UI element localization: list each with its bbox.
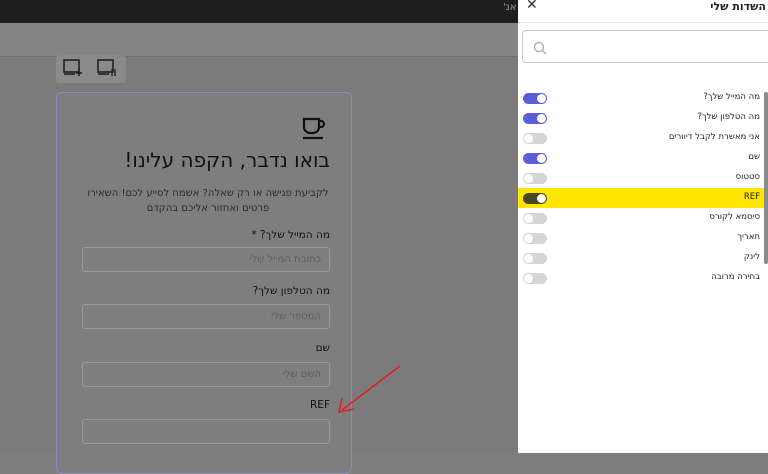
toggle-knob (537, 154, 546, 163)
field-row[interactable]: מה המייל שלך? (518, 88, 768, 108)
search-icon (533, 40, 547, 55)
layout-element-icon[interactable] (97, 59, 117, 77)
fields-panel: ✕ השדות שלי מה המייל שלך? מה הטלפון שלך? א… (518, 0, 768, 453)
email-label: מה המייל שלך? * (251, 229, 330, 241)
panel-divider (518, 22, 768, 23)
close-icon[interactable]: ✕ (526, 0, 538, 13)
field-toggle[interactable] (523, 173, 547, 184)
name-field[interactable]: השם שלי (82, 362, 330, 387)
field-toggle[interactable] (523, 253, 547, 264)
field-toggle[interactable] (523, 213, 547, 224)
field-search-box[interactable] (522, 30, 768, 63)
field-row[interactable]: מה הטלפון שלך? (518, 108, 768, 128)
field-label: REF (743, 192, 760, 202)
field-row[interactable]: אני מאשרת לקבל דיוורים (518, 128, 768, 148)
field-row[interactable]: שם (518, 148, 768, 168)
field-label: לינק (743, 252, 760, 262)
ref-field[interactable] (82, 419, 330, 444)
field-label: מה הטלפון שלך? (697, 112, 761, 122)
field-row[interactable]: בחירה מרובה (518, 268, 768, 288)
add-element-icon[interactable] (63, 59, 83, 77)
toggle-knob (537, 114, 546, 123)
editor-toolbar (0, 23, 518, 57)
coffee-cup-icon (301, 115, 327, 141)
field-row[interactable]: סטטוס (518, 168, 768, 188)
field-search-input[interactable] (549, 31, 753, 63)
toggle-knob (524, 214, 533, 223)
red-arrow-annotation (337, 365, 401, 414)
field-label: סטטוס (735, 172, 760, 182)
phone-label: מה הטלפון שלך? (252, 285, 330, 297)
field-label: בחירה מרובה (711, 272, 760, 282)
toggle-knob (524, 234, 533, 243)
toggle-knob (537, 194, 546, 203)
phone-field[interactable]: המספר שלי (82, 304, 330, 329)
form-title: בואו נדבר, הקפה עלינו! (124, 148, 330, 172)
form-description: לקביעת פגישה או רק שאלה? אשמח לסייע לכם!… (87, 188, 329, 214)
panel-scrollbar[interactable] (764, 92, 768, 264)
toggle-knob (537, 94, 546, 103)
panel-title: השדות שלי (710, 0, 766, 13)
fields-list: מה המייל שלך? מה הטלפון שלך? אני מאשרת לקב… (518, 88, 768, 288)
field-row[interactable]: REF (518, 188, 768, 208)
field-label: סיסמא לקורס (709, 212, 760, 222)
field-toggle[interactable] (523, 153, 547, 164)
email-field[interactable]: כתובת המייל שלי (82, 247, 330, 272)
field-row[interactable]: תאריך (518, 228, 768, 248)
field-label: אני מאשרת לקבל דיוורים (668, 132, 760, 142)
toggle-knob (524, 174, 533, 183)
ref-label: REF (310, 399, 330, 411)
toggle-knob (524, 254, 533, 263)
field-toggle[interactable] (523, 93, 547, 104)
field-toggle[interactable] (523, 113, 547, 124)
field-toggle[interactable] (523, 273, 547, 284)
field-label: תאריך (737, 232, 760, 242)
name-label: שם (315, 342, 330, 354)
field-toggle[interactable] (523, 193, 547, 204)
toggle-knob (524, 134, 533, 143)
field-row[interactable]: סיסמא לקורס (518, 208, 768, 228)
top-bar-text: אנ' (503, 2, 517, 13)
field-toggle[interactable] (523, 233, 547, 244)
field-label: מה המייל שלך? (703, 92, 760, 102)
field-label: שם (748, 152, 760, 162)
toggle-knob (524, 274, 533, 283)
field-toggle[interactable] (523, 133, 547, 144)
field-row[interactable]: לינק (518, 248, 768, 268)
